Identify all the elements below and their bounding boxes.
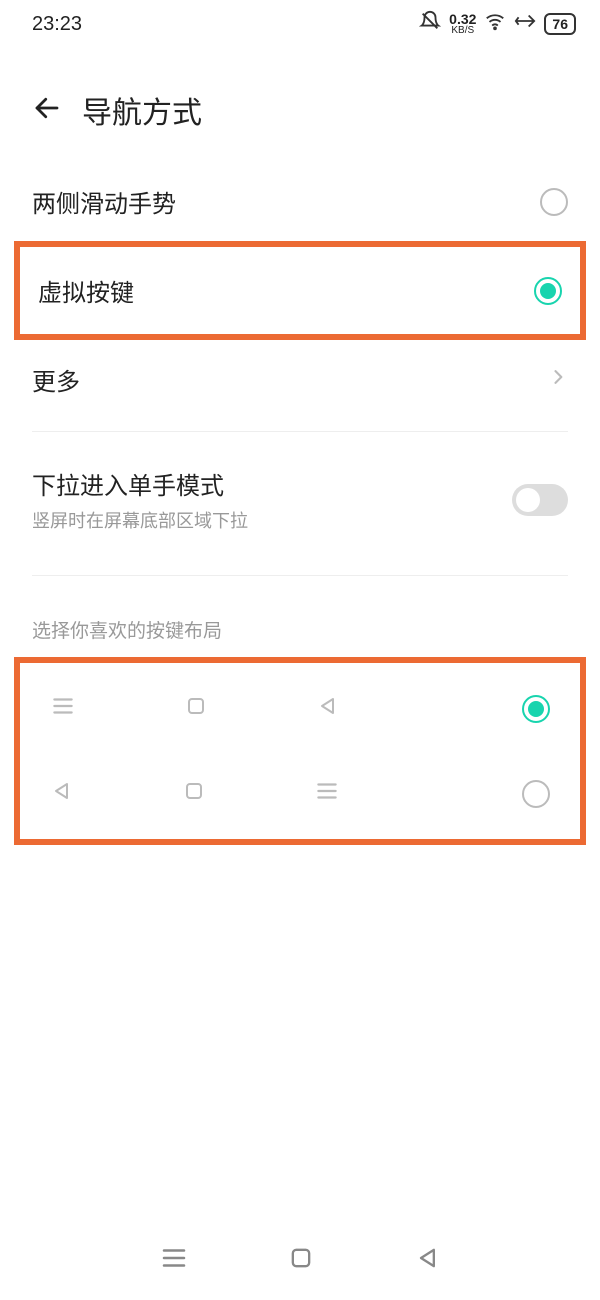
option-one-hand-mode[interactable]: 下拉进入单手模式 竖屏时在屏幕底部区域下拉	[0, 444, 600, 555]
one-hand-sub: 竖屏时在屏幕底部区域下拉	[32, 507, 248, 533]
network-speed: 0.32 KB/S	[449, 12, 476, 36]
status-right: 0.32 KB/S 76	[419, 10, 576, 38]
layout-option-1-icons	[50, 693, 340, 724]
divider	[32, 431, 568, 432]
menu-icon	[50, 693, 76, 724]
radio-selected[interactable]	[534, 277, 562, 305]
square-icon	[184, 694, 208, 723]
header: 导航方式	[0, 48, 600, 162]
option-more-label: 更多	[32, 362, 80, 397]
status-time: 23:23	[32, 13, 82, 36]
radio-unselected[interactable]	[522, 780, 550, 808]
status-bar: 23:23 0.32 KB/S 76	[0, 0, 600, 48]
layout-section-title: 选择你喜欢的按键布局	[0, 588, 600, 657]
layout-option-1[interactable]	[30, 681, 570, 736]
one-hand-label: 下拉进入单手模式	[32, 466, 248, 501]
highlight-virtual-keys: 虚拟按键	[14, 241, 586, 340]
system-back-icon[interactable]	[414, 1244, 442, 1277]
toggle-off[interactable]	[512, 484, 568, 516]
square-icon	[182, 779, 206, 808]
system-nav-bar	[0, 1233, 600, 1288]
radio-selected[interactable]	[522, 695, 550, 723]
wifi-icon	[484, 10, 506, 38]
menu-icon	[314, 778, 340, 809]
system-menu-icon[interactable]	[159, 1243, 189, 1278]
back-triangle-icon	[316, 694, 340, 723]
option-more[interactable]: 更多	[0, 340, 600, 419]
back-icon[interactable]	[32, 93, 62, 128]
radio-unselected[interactable]	[540, 188, 568, 216]
divider	[32, 575, 568, 576]
battery-indicator: 76	[544, 13, 576, 35]
system-home-icon[interactable]	[287, 1244, 315, 1277]
notification-off-icon	[419, 10, 441, 38]
option-swipe-gesture[interactable]: 两侧滑动手势	[0, 162, 600, 241]
back-triangle-icon	[50, 779, 74, 808]
layout-option-2[interactable]	[30, 766, 570, 821]
chevron-right-icon	[548, 367, 568, 392]
page-title: 导航方式	[82, 88, 202, 132]
highlight-layout-options	[14, 657, 586, 845]
airplane-icon	[514, 10, 536, 38]
option-virtual-label: 虚拟按键	[38, 273, 134, 308]
option-virtual-keys[interactable]: 虚拟按键	[20, 247, 580, 334]
layout-option-2-icons	[50, 778, 340, 809]
option-swipe-label: 两侧滑动手势	[32, 184, 176, 219]
